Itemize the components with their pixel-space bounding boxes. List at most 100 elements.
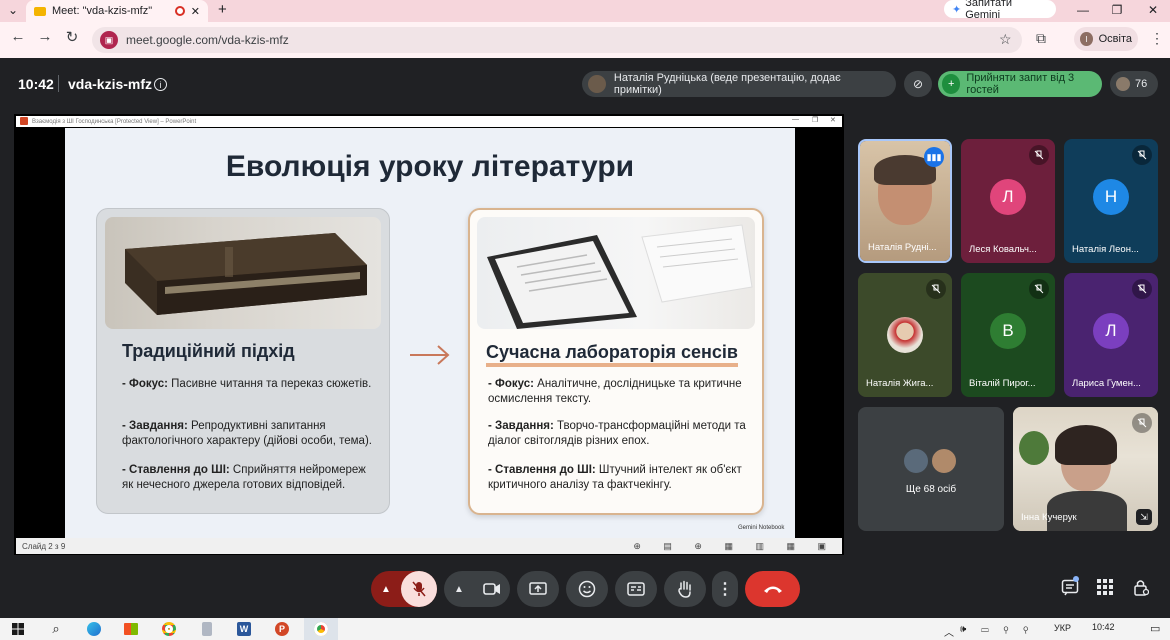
raise-hand-button[interactable] [664, 571, 706, 607]
muted-mic-icon [926, 279, 946, 299]
site-info-icon[interactable]: ▣ [100, 31, 118, 49]
host-controls-icon[interactable] [1133, 578, 1150, 601]
presenter-avatar [588, 75, 606, 93]
meeting-info-icon[interactable]: i [154, 78, 167, 91]
bookmark-star-icon[interactable]: ☆ [999, 31, 1012, 48]
participant-tile[interactable]: Н Наталія Леон... [1064, 139, 1158, 263]
powerpoint-icon [20, 117, 28, 125]
mic-options-icon[interactable]: ▲ [371, 584, 401, 595]
back-icon[interactable]: ← [8, 28, 28, 45]
notebook-badge: Gemini Notebook [738, 525, 785, 531]
extensions-icon[interactable]: ⧉ [1036, 30, 1046, 47]
ppt-close-icon: ✕ [830, 117, 836, 124]
mic-off-icon [412, 581, 426, 597]
participant-name: Інна Кучерук [1021, 512, 1077, 523]
emoji-icon [578, 580, 596, 598]
mic-off-button[interactable] [401, 571, 437, 607]
more-avatar-2 [930, 447, 958, 475]
chrome-active-icon[interactable] [304, 618, 338, 640]
tablet-illustration [487, 224, 753, 329]
tab-close-icon[interactable]: ✕ [191, 5, 200, 18]
participant-tile[interactable]: Л Лариса Гумен... [1064, 273, 1158, 397]
tray-chevron-icon[interactable]: ︿ [944, 624, 954, 639]
camera-options-icon[interactable]: ▲ [444, 584, 474, 595]
activities-icon[interactable] [1097, 579, 1113, 595]
right-ai-label: - Ставлення до ШІ: [488, 464, 596, 476]
minimize-icon[interactable]: — [1066, 0, 1100, 20]
participant-name: Віталій Пирог... [969, 378, 1036, 389]
present-button[interactable] [517, 571, 559, 607]
participant-photo-avatar [887, 317, 923, 353]
browser-menu-icon[interactable]: ⋮ [1150, 30, 1164, 47]
camera-icon [483, 583, 500, 595]
tab-search-icon[interactable]: ⌄ [8, 3, 18, 17]
participant-name: Лариса Гумен... [1072, 378, 1141, 389]
browser-tab[interactable]: Meet: "vda-kzis-mfz" ✕ [26, 0, 208, 22]
leave-call-button[interactable] [745, 571, 800, 607]
new-tab-icon[interactable]: + [218, 1, 227, 18]
meeting-time: 10:42 [18, 76, 54, 92]
muted-mic-icon [1132, 413, 1152, 433]
notifications-icon[interactable]: ▭ [1150, 622, 1160, 635]
powerpoint-statusbar: Слайд 2 з 9 ⊕ ▤ ⊕ ▦ ▥ ▦ ▣ [16, 538, 842, 554]
meeting-code: vda-kzis-mfz [68, 76, 153, 92]
maximize-icon[interactable]: ❐ [1100, 0, 1134, 20]
reactions-button[interactable] [566, 571, 608, 607]
stop-presenting-icon[interactable]: ⊘ [904, 71, 932, 97]
app-icon[interactable] [197, 620, 217, 638]
muted-mic-icon [1029, 279, 1049, 299]
captions-button[interactable] [615, 571, 657, 607]
camera-button[interactable] [474, 582, 510, 596]
old-book-image [105, 217, 381, 329]
powerpoint-title: Взаємодія з ШІ Господинська [Protected V… [32, 118, 197, 125]
participant-count: 76 [1135, 78, 1148, 90]
left-item-tasks: - Завдання: Репродуктивні запитання факт… [122, 419, 372, 449]
profile-button[interactable]: І Освіта [1074, 27, 1138, 51]
participant-avatar: Л [990, 179, 1026, 215]
accept-guests-button[interactable]: + Прийняти запит від 3 гостей [938, 71, 1102, 97]
store-icon[interactable] [121, 620, 141, 638]
right-tasks-label: - Завдання: [488, 420, 554, 432]
powerpoint-titlebar: Взаємодія з ШІ Господинська [Protected V… [16, 116, 842, 127]
header-divider [58, 75, 59, 92]
view-icons: ⊕ ▤ ⊕ ▦ ▥ ▦ ▣ [633, 540, 836, 551]
arrow-right-icon [410, 345, 450, 365]
more-participants-tile[interactable]: Ще 68 осіб [858, 407, 1004, 531]
muted-mic-icon [1029, 145, 1049, 165]
ppt-minimize-icon: — [792, 116, 799, 123]
word-icon[interactable]: W [234, 620, 254, 638]
camera-control-group: ▲ [444, 571, 510, 607]
participant-name: Наталія Леон... [1072, 244, 1139, 255]
gemini-button[interactable]: ✦ Запитати Gemini [944, 0, 1056, 21]
participant-tile[interactable]: Наталія Жига... [858, 273, 952, 397]
window-close-icon[interactable]: ✕ [1136, 0, 1170, 20]
book-illustration [125, 233, 367, 315]
reload-icon[interactable]: ↻ [62, 28, 82, 46]
more-participants-label: Ще 68 осіб [905, 484, 957, 495]
participants-chip[interactable]: 76 [1110, 71, 1158, 97]
participant-tile[interactable]: Інна Кучерук ⇲ [1013, 407, 1158, 531]
input-language[interactable]: УКР [1054, 623, 1071, 633]
forward-icon[interactable]: → [35, 28, 55, 45]
address-bar[interactable]: ▣ meet.google.com/vda-kzis-mfz [92, 27, 1022, 53]
taskbar-clock[interactable]: 10:42 [1092, 622, 1115, 632]
left-ai-label: - Ставлення до ШІ: [122, 464, 230, 476]
participant-avatar: В [990, 313, 1026, 349]
tray-icons[interactable]: 🕪 ▭ ⚲ ⚲ [960, 624, 1034, 635]
chat-icon[interactable] [1061, 579, 1079, 602]
presenter-chip[interactable]: Наталія Рудніцька (веде презентацію, дод… [582, 71, 896, 97]
more-vert-icon: ⋮ [717, 581, 733, 598]
pin-tile-icon[interactable]: ⇲ [1136, 509, 1152, 525]
participant-tile[interactable]: Л Леся Ковальч... [961, 139, 1055, 263]
taskbar-search-icon[interactable]: ⌕ [46, 620, 66, 638]
accept-label: Прийняти запит від 3 гостей [966, 72, 1075, 96]
participant-tile[interactable]: В Віталій Пирог... [961, 273, 1055, 397]
windows-start-icon[interactable] [8, 620, 28, 638]
participant-tile[interactable]: ▮▮▮ Наталія Рудні... [858, 139, 952, 263]
more-avatar-1 [902, 447, 930, 475]
muted-mic-icon [1132, 145, 1152, 165]
chrome-icon[interactable] [159, 620, 179, 638]
powerpoint-taskbar-icon[interactable]: P [272, 620, 292, 638]
edge-icon[interactable] [84, 620, 104, 638]
more-options-button[interactable]: ⋮ [712, 571, 738, 607]
